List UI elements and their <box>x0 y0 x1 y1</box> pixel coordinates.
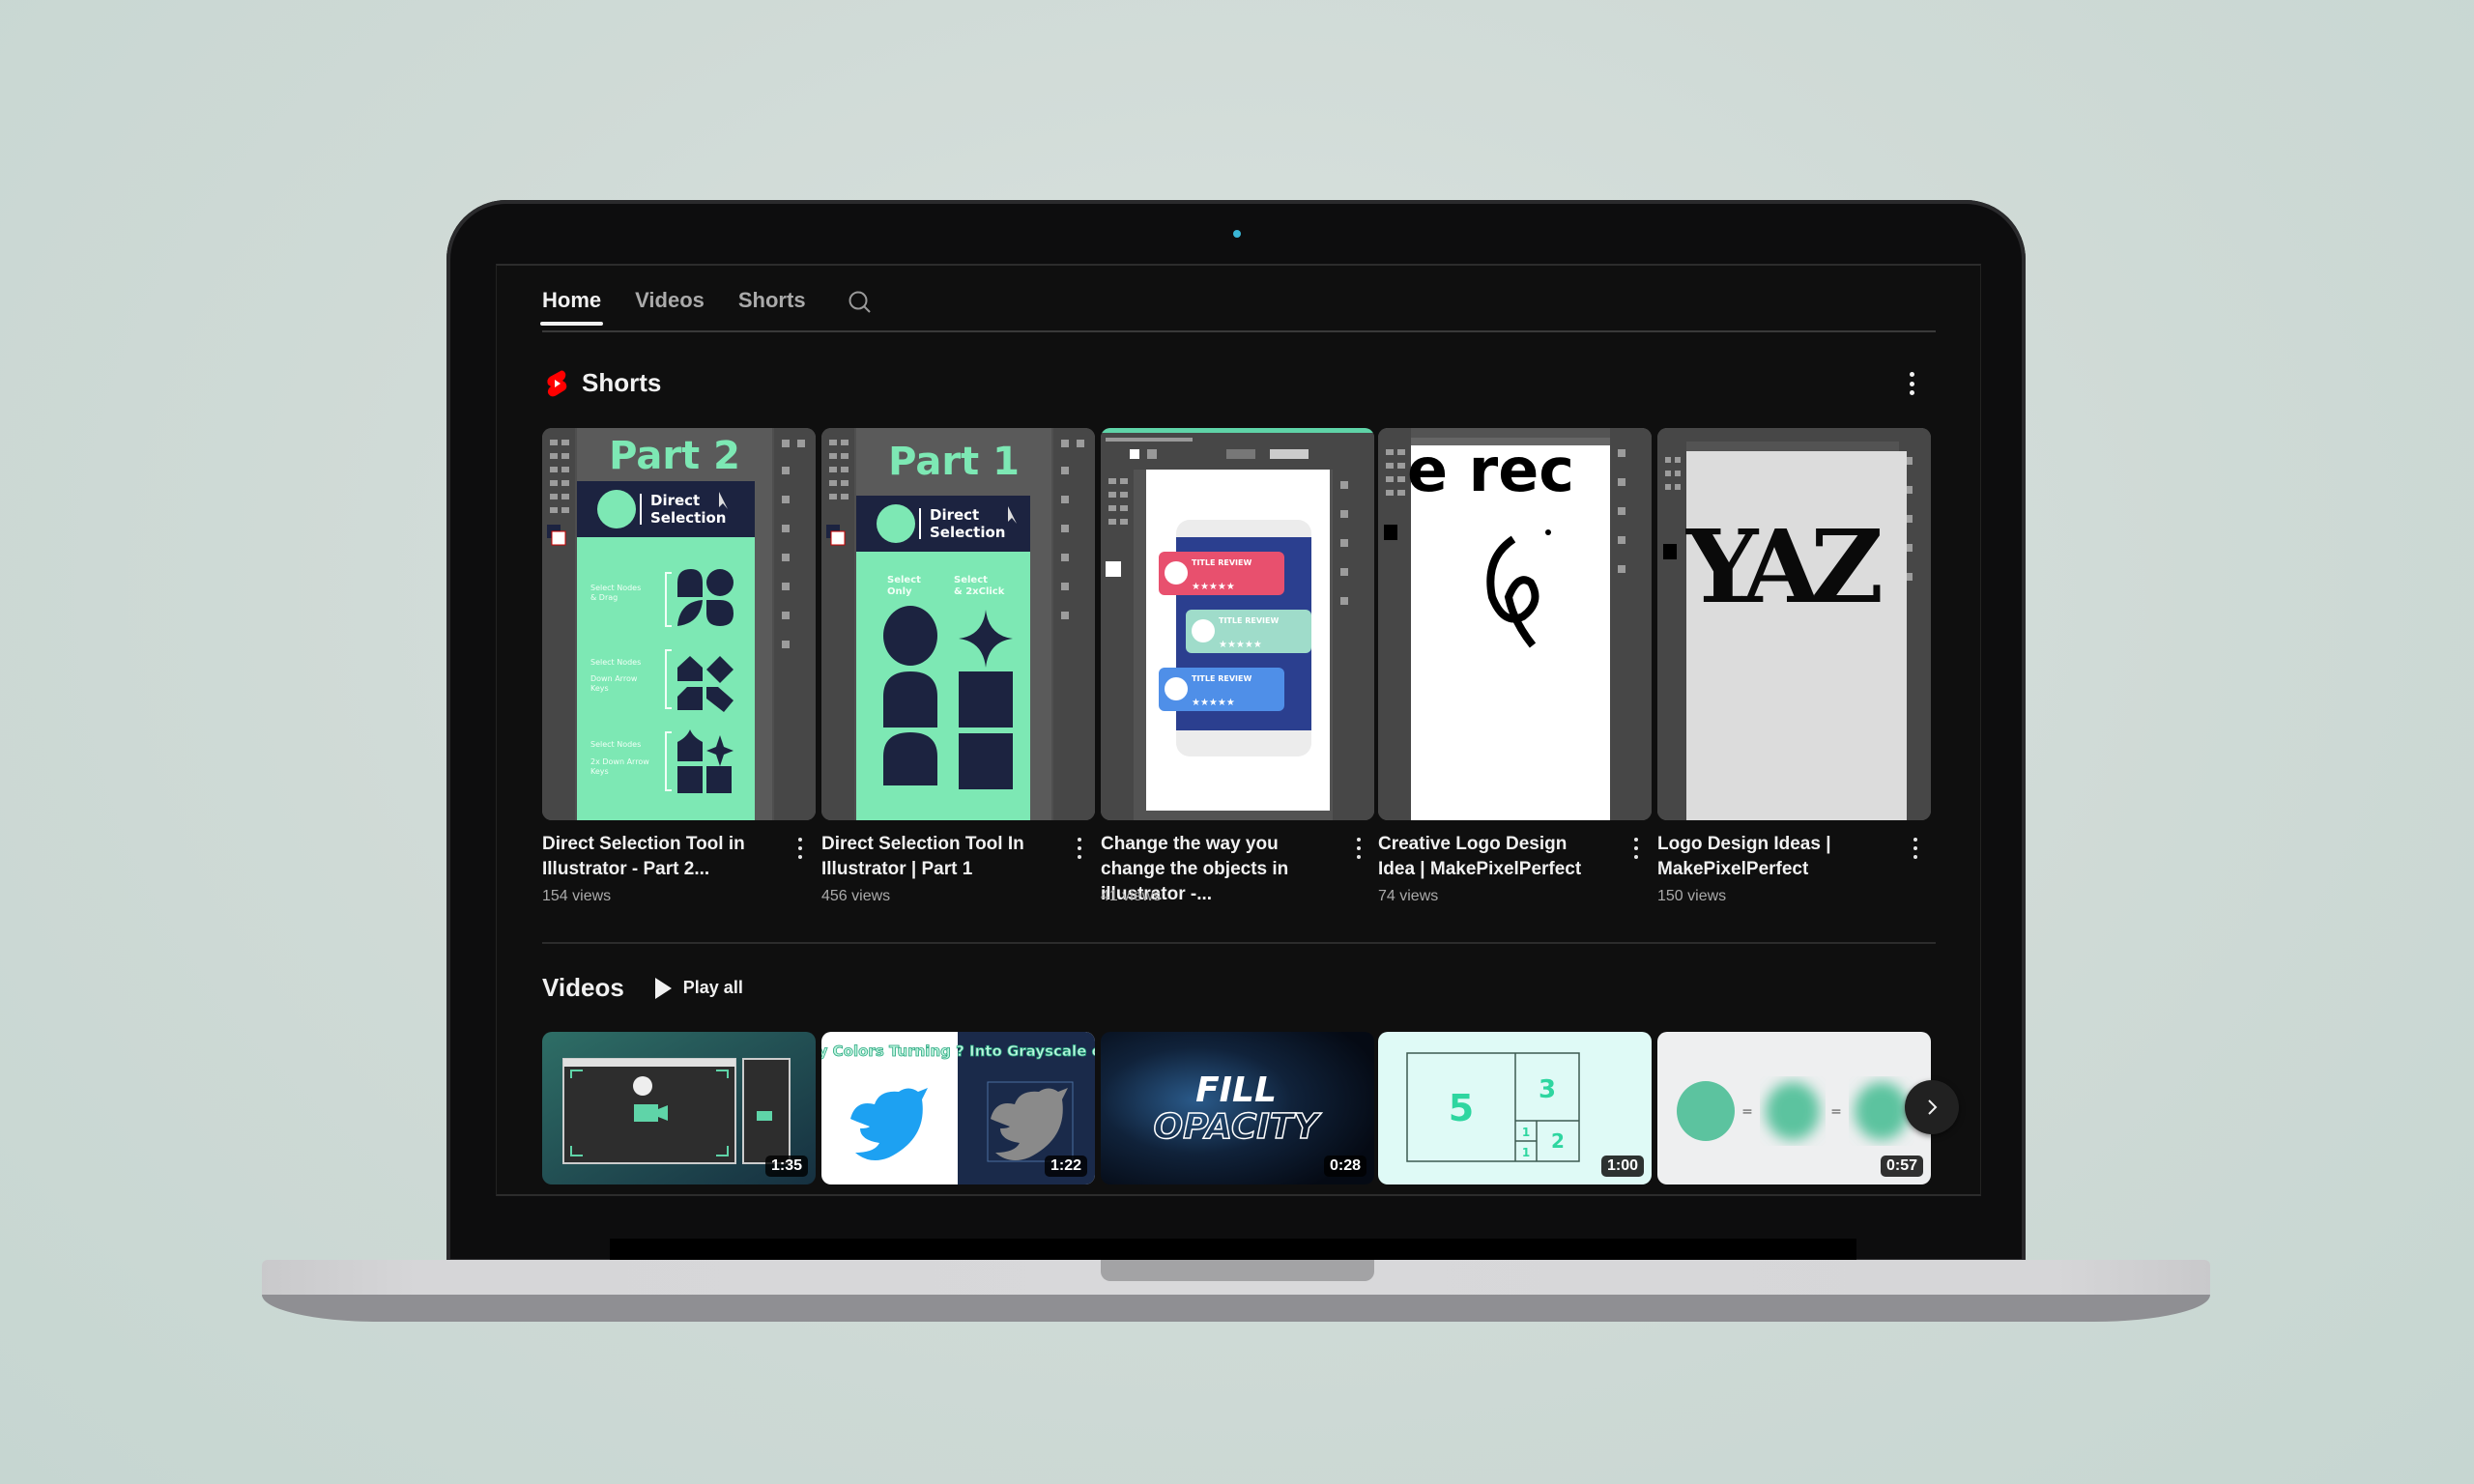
video-duration: 1:35 <box>764 1156 808 1177</box>
svg-text:TITLE REVIEW: TITLE REVIEW <box>1192 674 1251 683</box>
svg-text:Down Arrow: Down Arrow <box>590 674 638 683</box>
video-duration: 0:57 <box>1880 1156 1923 1177</box>
video-card[interactable]: 1:35 <box>542 1032 816 1184</box>
illustrator-part1-thumbnail: Part 1 Direct Selection SelectOnly Selec… <box>821 428 1095 820</box>
video-card[interactable]: Why Colors Turning ? Into Grayscale colo… <box>821 1032 1095 1184</box>
svg-text:Part 2: Part 2 <box>609 434 740 478</box>
svg-text:=: = <box>1830 1104 1842 1120</box>
video-duration: 0:28 <box>1323 1156 1366 1177</box>
videos-header: Videos Play all <box>542 973 743 1003</box>
tabs-divider <box>542 330 1936 332</box>
laptop-screen: Home Videos Shorts Shorts Part 2 Direct … <box>496 264 1981 1196</box>
logo-yaz-thumbnail: YAZ <box>1657 428 1931 820</box>
short-card[interactable]: Part 1 Direct Selection Select Only Selec… <box>821 428 1095 905</box>
video-card[interactable]: FILL OPACITY 0:28 <box>1101 1032 1374 1184</box>
svg-text:2: 2 <box>1551 1129 1565 1153</box>
short-thumbnail[interactable]: Part 2 Direct Selection Select Nodes & Dr… <box>542 428 816 820</box>
svg-text:★★★★★: ★★★★★ <box>1192 582 1235 592</box>
tab-home[interactable]: Home <box>539 285 604 328</box>
videos-section-title[interactable]: Videos <box>542 973 624 1003</box>
short-title[interactable]: Direct Selection Tool In Illustrator | P… <box>821 832 1044 882</box>
short-views: 41 views <box>1101 888 1162 904</box>
short-card[interactable]: YAZ Logo Design Ideas | MakePixelPerfect… <box>1657 428 1931 905</box>
svg-text:& 2xClick: & 2xClick <box>954 586 1005 597</box>
short-views: 154 views <box>542 888 612 904</box>
svg-text:YAZ: YAZ <box>1685 507 1881 626</box>
short-views: 456 views <box>821 888 891 904</box>
short-more-menu-icon[interactable] <box>1076 838 1083 859</box>
svg-text:Select: Select <box>954 575 988 585</box>
short-thumbnail[interactable]: Part 1 Direct Selection Select Only Selec… <box>821 428 1095 820</box>
short-card[interactable]: TITLE REVIEW ★★★★★ TITLE REVIEW ★★★★★ TI… <box>1101 428 1374 905</box>
svg-text:Keys: Keys <box>590 684 609 693</box>
short-card[interactable]: e rec Creative Logo Design Idea | MakePi… <box>1378 428 1652 905</box>
short-card[interactable]: Part 2 Direct Selection Select Nodes & Dr… <box>542 428 816 905</box>
svg-text:2x Down Arrow: 2x Down Arrow <box>590 757 649 766</box>
play-icon <box>654 977 672 999</box>
tab-videos[interactable]: Videos <box>635 285 705 328</box>
svg-text:=: = <box>1741 1104 1753 1120</box>
short-more-menu-icon[interactable] <box>1632 838 1640 859</box>
video-card[interactable]: 5 3 1 1 2 1:00 <box>1378 1032 1652 1184</box>
short-views: 150 views <box>1657 888 1727 904</box>
svg-text:★★★★★: ★★★★★ <box>1219 640 1262 650</box>
lid-bottom-bezel <box>610 1239 1856 1262</box>
short-more-menu-icon[interactable] <box>796 838 804 859</box>
svg-text:Select Nodes: Select Nodes <box>590 658 641 667</box>
video-card[interactable]: = = 0:57 <box>1657 1032 1931 1184</box>
svg-text:1: 1 <box>1522 1146 1530 1159</box>
video-duration: 1:00 <box>1600 1156 1644 1177</box>
chevron-right-icon <box>1928 1099 1938 1115</box>
svg-text:1: 1 <box>1522 1126 1530 1139</box>
svg-text:Direct: Direct <box>650 492 700 509</box>
svg-text:Select: Select <box>887 575 921 585</box>
short-thumbnail[interactable]: YAZ <box>1657 428 1931 820</box>
svg-text:e rec: e rec <box>1407 435 1574 505</box>
svg-text:Why Colors Turning ? Into Gray: Why Colors Turning ? Into Grayscale colo… <box>821 1042 1095 1060</box>
svg-text:5: 5 <box>1449 1087 1474 1129</box>
svg-text:Selection: Selection <box>650 509 726 527</box>
short-title[interactable]: Creative Logo Design Idea | MakePixelPer… <box>1378 832 1600 882</box>
shorts-more-menu-icon[interactable] <box>1908 372 1915 395</box>
svg-text:Select Nodes: Select Nodes <box>590 584 641 592</box>
svg-text:3: 3 <box>1539 1075 1556 1104</box>
svg-text:TITLE REVIEW: TITLE REVIEW <box>1192 558 1251 567</box>
short-views: 74 views <box>1378 888 1439 904</box>
play-all-label: Play all <box>682 978 743 997</box>
tab-shorts[interactable]: Shorts <box>738 285 806 328</box>
channel-tabs: Home Videos Shorts <box>539 285 873 328</box>
next-arrow-button[interactable] <box>1905 1080 1959 1134</box>
svg-text:Only: Only <box>887 586 912 597</box>
svg-text:Select Nodes: Select Nodes <box>590 740 641 749</box>
webcam-dot <box>1233 230 1241 238</box>
svg-text:TITLE REVIEW: TITLE REVIEW <box>1219 616 1279 625</box>
short-more-menu-icon[interactable] <box>1355 838 1363 859</box>
svg-text:& Drag: & Drag <box>590 593 618 602</box>
svg-text:Selection: Selection <box>930 524 1005 541</box>
svg-text:FILL: FILL <box>1195 1070 1277 1110</box>
section-divider <box>542 942 1936 944</box>
svg-text:★★★★★: ★★★★★ <box>1192 698 1235 708</box>
play-all-button[interactable]: Play all <box>654 977 743 999</box>
svg-text:Part 1: Part 1 <box>888 440 1020 484</box>
svg-text:OPACITY: OPACITY <box>1154 1107 1323 1147</box>
svg-text:Keys: Keys <box>590 767 609 776</box>
short-title[interactable]: Logo Design Ideas | MakePixelPerfect <box>1657 832 1880 882</box>
title-review-thumbnail: TITLE REVIEW ★★★★★ TITLE REVIEW ★★★★★ TI… <box>1101 428 1374 820</box>
laptop-base <box>262 1260 2210 1322</box>
short-title[interactable]: Change the way you change the objects in… <box>1101 832 1323 904</box>
illustrator-part2-thumbnail: Part 2 Direct Selection Select Nodes& Dr… <box>542 428 816 820</box>
video-duration: 1:22 <box>1044 1156 1087 1177</box>
short-thumbnail[interactable]: TITLE REVIEW ★★★★★ TITLE REVIEW ★★★★★ TI… <box>1101 428 1374 820</box>
shorts-header: Shorts <box>545 368 661 398</box>
short-thumbnail[interactable]: e rec <box>1378 428 1652 820</box>
shorts-section-title: Shorts <box>582 368 662 397</box>
logo-design-thumbnail: e rec <box>1378 428 1652 820</box>
youtube-shorts-icon <box>547 370 567 396</box>
svg-text:Direct: Direct <box>930 506 979 524</box>
short-more-menu-icon[interactable] <box>1912 838 1919 859</box>
opening-notch <box>1101 1260 1374 1281</box>
short-title[interactable]: Direct Selection Tool in Illustrator - P… <box>542 832 764 882</box>
search-icon[interactable] <box>848 290 873 315</box>
